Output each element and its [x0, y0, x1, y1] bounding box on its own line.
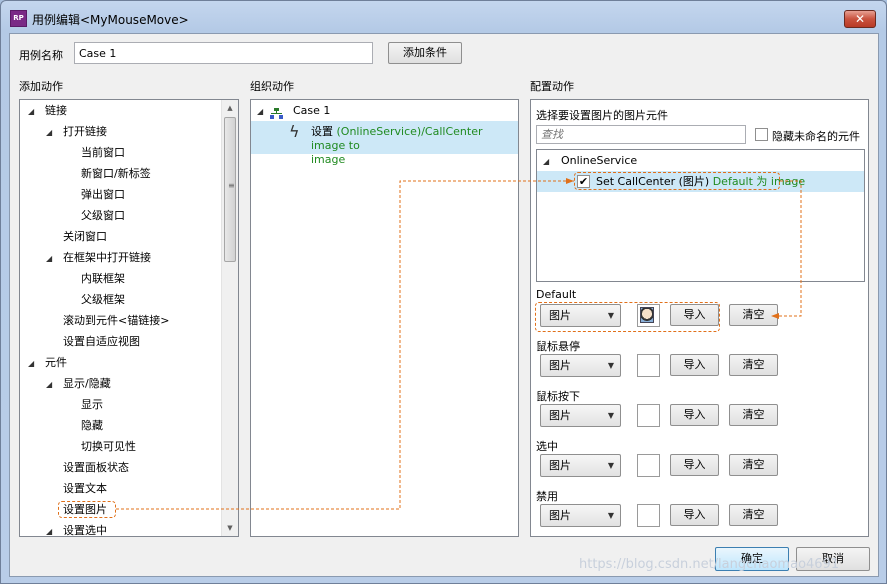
highlight-set-image — [58, 501, 116, 518]
highlight-default-state — [535, 302, 720, 332]
highlight-callcenter-item — [574, 172, 780, 190]
annotation-overlay — [116, 178, 802, 510]
watermark: https://blog.csdn.net/langchaomao4691 — [579, 557, 840, 572]
dialog-window: RP 用例编辑<MyMouseMove> ✕ 用例名称 添加条件 添加动作 组织… — [0, 0, 887, 584]
